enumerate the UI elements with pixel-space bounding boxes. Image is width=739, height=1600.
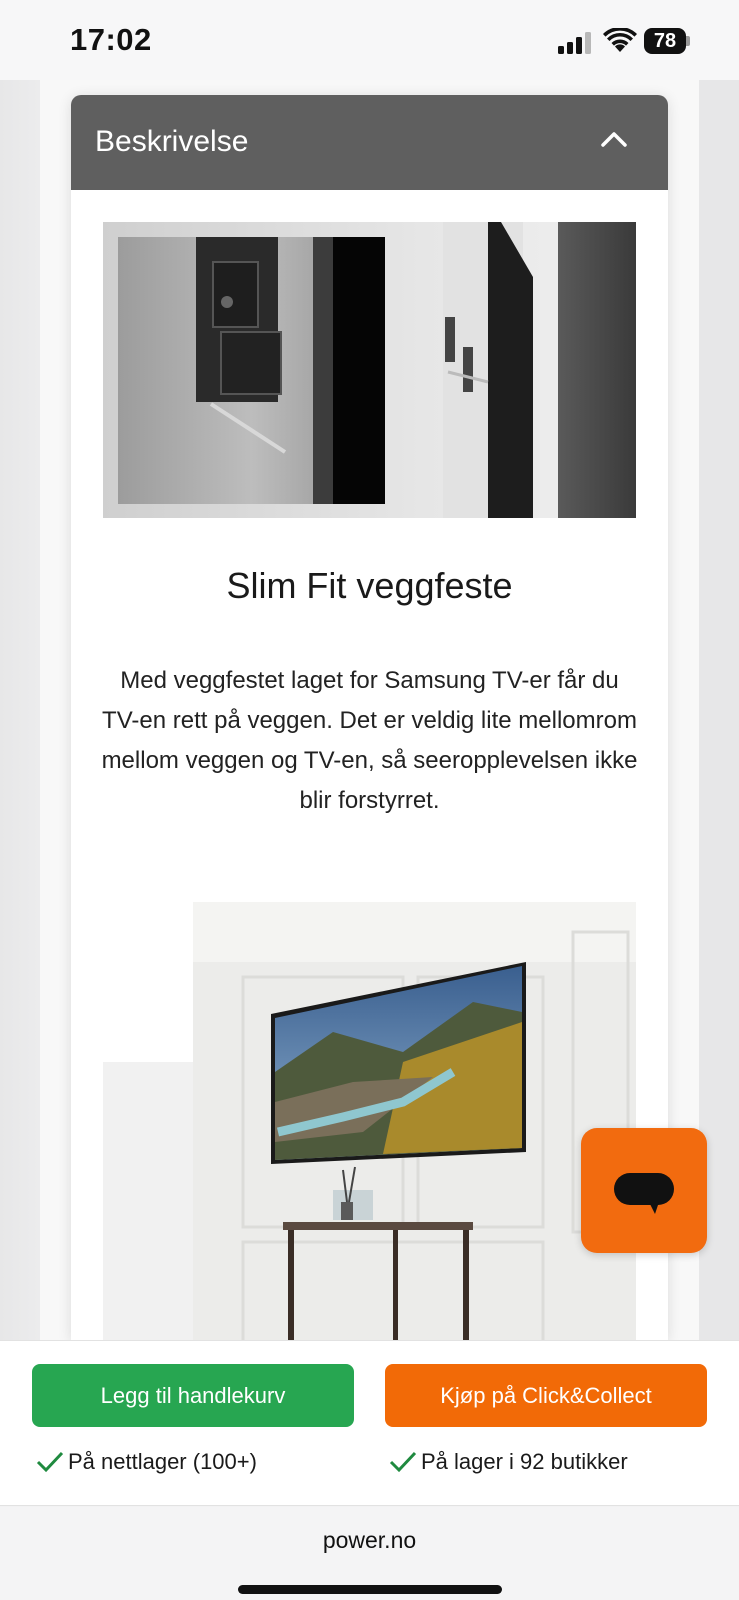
wall-mount-image <box>103 222 636 518</box>
battery-icon: 78 <box>644 28 690 54</box>
purchase-bar: Legg til handlekurv Kjøp på Click&Collec… <box>0 1340 739 1506</box>
url-text[interactable]: power.no <box>0 1527 739 1554</box>
check-icon <box>389 1451 417 1473</box>
chevron-up-icon[interactable] <box>600 129 628 149</box>
chat-button[interactable] <box>581 1128 707 1253</box>
wifi-icon <box>603 28 637 52</box>
store-stock-label: På lager i 92 butikker <box>421 1449 628 1474</box>
home-indicator[interactable] <box>238 1585 502 1594</box>
online-stock-label: På nettlager (100+) <box>68 1449 257 1474</box>
section-body-text: Med veggfestet laget for Samsung TV-er f… <box>101 667 638 814</box>
check-icon <box>36 1451 64 1473</box>
section-heading: Slim Fit veggfeste <box>226 565 513 606</box>
chat-bubble-icon <box>614 1173 674 1214</box>
status-time: 17:02 <box>70 22 152 57</box>
living-room-tv-image <box>103 902 636 1340</box>
browser-address-bar: power.no <box>0 1507 739 1600</box>
battery-level: 78 <box>644 28 686 54</box>
accordion-header[interactable]: Beskrivelse <box>71 95 668 190</box>
add-to-cart-button[interactable]: Legg til handlekurv <box>32 1364 354 1427</box>
signal-icon <box>558 32 594 54</box>
accordion-title: Beskrivelse <box>95 125 249 158</box>
online-stock-status: På nettlager (100+) <box>36 1447 257 1477</box>
description-accordion: Beskrivelse Slim Fit veggfeste Med veggf… <box>71 95 668 1340</box>
store-stock-status: På lager i 92 butikker <box>389 1447 628 1477</box>
click-and-collect-button[interactable]: Kjøp på Click&Collect <box>385 1364 707 1427</box>
status-bar: 17:02 78 <box>0 0 739 80</box>
